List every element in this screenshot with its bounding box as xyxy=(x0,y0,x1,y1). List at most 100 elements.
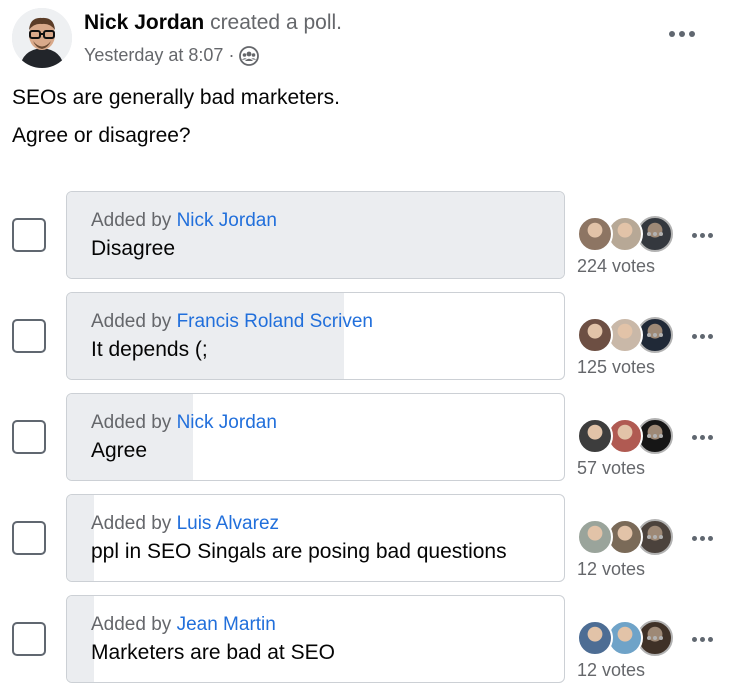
poll-option-checkbox[interactable] xyxy=(12,521,46,555)
poll-option-checkbox[interactable] xyxy=(12,420,46,454)
added-by-name[interactable]: Francis Roland Scriven xyxy=(177,311,373,332)
group-icon[interactable] xyxy=(239,45,260,66)
post-text-line: Agree or disagree? xyxy=(12,124,191,147)
added-by-line: Added by Jean Martin xyxy=(91,614,335,636)
poll-option-content: Added by Nick Jordan Agree xyxy=(91,412,277,463)
vote-count[interactable]: 125 votes xyxy=(577,357,655,378)
option-more-button[interactable] xyxy=(686,219,718,251)
voter-avatar[interactable] xyxy=(577,317,613,353)
vote-count[interactable]: 224 votes xyxy=(577,256,655,277)
poll-option-bar[interactable]: Added by Nick Jordan Agree xyxy=(66,393,565,481)
post-options-button[interactable] xyxy=(664,16,700,52)
option-more-button[interactable] xyxy=(686,522,718,554)
voter-avatars[interactable] xyxy=(577,620,677,656)
poll-option-checkbox[interactable] xyxy=(12,622,46,656)
post-meta: Yesterday at 8:07 · xyxy=(84,45,260,66)
more-dot xyxy=(699,232,705,238)
post-timestamp[interactable]: Yesterday at 8:07 xyxy=(84,45,223,66)
voter-avatars[interactable] xyxy=(577,418,677,454)
poll-option-label: It depends (; xyxy=(91,338,208,361)
more-dot xyxy=(707,535,713,541)
more-voters-icon xyxy=(639,218,671,250)
post-text-line: SEOs are generally bad marketers. xyxy=(12,86,340,109)
more-voters-icon xyxy=(639,420,671,452)
poll-option: Added by Jean Martin Marketers are bad a… xyxy=(12,594,718,694)
vote-count[interactable]: 57 votes xyxy=(577,458,645,479)
poll-option-bar[interactable]: Added by Luis Alvarez ppl in SEO Singals… xyxy=(66,494,565,582)
voter-avatars[interactable] xyxy=(577,519,677,555)
added-by-name[interactable]: Nick Jordan xyxy=(177,210,277,231)
voter-avatars[interactable] xyxy=(577,216,677,252)
added-by-prefix: Added by xyxy=(91,614,172,635)
voter-avatar[interactable] xyxy=(577,216,613,252)
added-by-name[interactable]: Nick Jordan xyxy=(177,412,277,433)
more-dot xyxy=(647,333,651,337)
poll-option-label: Disagree xyxy=(91,237,176,260)
poll-option: Added by Francis Roland Scriven It depen… xyxy=(12,291,718,392)
added-by-line: Added by Nick Jordan xyxy=(91,412,277,434)
added-by-line: Added by Nick Jordan xyxy=(91,210,277,232)
poll-option-bar[interactable]: Added by Francis Roland Scriven It depen… xyxy=(66,292,565,380)
poll-option-content: Added by Francis Roland Scriven It depen… xyxy=(91,311,373,362)
more-dot xyxy=(699,535,705,541)
more-dot xyxy=(679,31,685,37)
author-avatar[interactable] xyxy=(12,8,72,68)
more-dot xyxy=(653,636,657,640)
option-more-button[interactable] xyxy=(686,421,718,453)
poll-option-bar[interactable]: Added by Nick Jordan Disagree xyxy=(66,191,565,279)
more-dot xyxy=(707,333,713,339)
added-by-name[interactable]: Luis Alvarez xyxy=(177,513,279,534)
poll-option-checkbox[interactable] xyxy=(12,218,46,252)
post-header: Nick Jordan created a poll. Yesterday at… xyxy=(12,8,718,72)
more-dot xyxy=(659,333,663,337)
post-action: created a poll. xyxy=(210,11,342,34)
more-voters-icon xyxy=(639,521,671,553)
more-dot xyxy=(653,232,657,236)
vote-count[interactable]: 12 votes xyxy=(577,660,645,681)
meta-separator: · xyxy=(228,45,235,65)
voter-avatar[interactable] xyxy=(577,620,613,656)
added-by-line: Added by Francis Roland Scriven xyxy=(91,311,373,333)
voter-avatar[interactable] xyxy=(577,519,613,555)
voter-avatars[interactable] xyxy=(577,317,677,353)
more-dot xyxy=(653,535,657,539)
poll-option: Added by Nick Jordan Agree 57 votes xyxy=(12,392,718,493)
poll-option-fill xyxy=(67,596,94,682)
author-line: Nick Jordan created a poll. xyxy=(84,11,342,35)
more-dot xyxy=(647,535,651,539)
poll-option-fill xyxy=(67,495,94,581)
added-by-prefix: Added by xyxy=(91,210,172,231)
poll: Added by Nick Jordan Disagree 224 votes … xyxy=(12,190,718,694)
more-dot xyxy=(659,636,663,640)
option-more-button[interactable] xyxy=(686,320,718,352)
more-voters-icon xyxy=(639,319,671,351)
more-dots-icon xyxy=(669,31,675,37)
added-by-prefix: Added by xyxy=(91,513,172,534)
more-dots-icon xyxy=(691,535,697,541)
more-dot xyxy=(653,333,657,337)
voter-avatar[interactable] xyxy=(577,418,613,454)
poll-option-label: ppl in SEO Singals are posing bad questi… xyxy=(91,540,507,563)
more-dots-icon xyxy=(691,434,697,440)
more-dot xyxy=(699,434,705,440)
author-name[interactable]: Nick Jordan xyxy=(84,11,204,34)
more-dot xyxy=(699,636,705,642)
added-by-prefix: Added by xyxy=(91,311,172,332)
poll-option-content: Added by Luis Alvarez ppl in SEO Singals… xyxy=(91,513,507,564)
poll-option-content: Added by Nick Jordan Disagree xyxy=(91,210,277,261)
poll-option-label: Agree xyxy=(91,439,148,462)
poll-option-checkbox[interactable] xyxy=(12,319,46,353)
more-dot xyxy=(647,232,651,236)
more-dot xyxy=(689,31,695,37)
poll-option-bar[interactable]: Added by Jean Martin Marketers are bad a… xyxy=(66,595,565,683)
more-dot xyxy=(707,434,713,440)
poll-option: Added by Nick Jordan Disagree 224 votes xyxy=(12,190,718,291)
more-dot xyxy=(707,232,713,238)
vote-count[interactable]: 12 votes xyxy=(577,559,645,580)
added-by-line: Added by Luis Alvarez xyxy=(91,513,507,535)
added-by-name[interactable]: Jean Martin xyxy=(177,614,276,635)
option-more-button[interactable] xyxy=(686,623,718,655)
poll-option: Added by Luis Alvarez ppl in SEO Singals… xyxy=(12,493,718,594)
more-dot xyxy=(647,434,651,438)
more-dot xyxy=(653,434,657,438)
